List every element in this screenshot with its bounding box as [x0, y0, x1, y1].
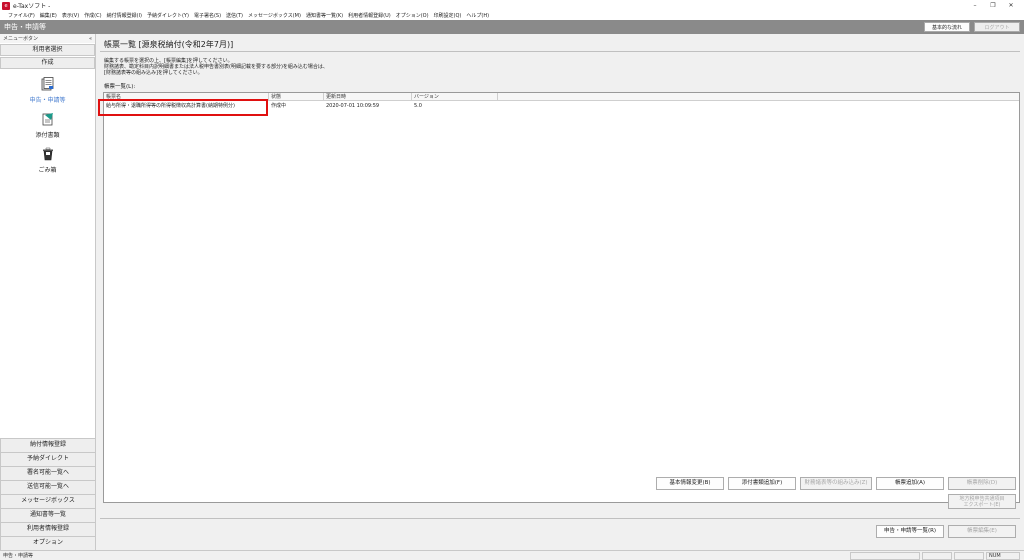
form-list[interactable]: 帳票名 状態 更新日時 バージョン 給与所得・退職所得等の所得税徴収高計算書(納… — [103, 92, 1020, 503]
menu-user-info[interactable]: 利用者情報登録(U) — [348, 12, 391, 19]
restore-icon[interactable]: ❐ — [984, 0, 1002, 11]
menu-send[interactable]: 送信(T) — [226, 12, 243, 19]
sidebar-item-notices[interactable]: 通知書等一覧 — [0, 508, 96, 522]
menu-payment-info[interactable]: 納付情報登録(I) — [107, 12, 142, 19]
sidebar-item-submissions[interactable]: 申告・申請等 — [0, 77, 95, 104]
sidebar-item-trash[interactable]: ごみ箱 — [0, 147, 95, 174]
basic-info-change-button[interactable]: 基本情報変更(B) — [656, 477, 724, 490]
status-cell — [954, 552, 984, 560]
sidebar-item-payment-info[interactable]: 納付情報登録 — [0, 438, 96, 452]
instruction-line: [財務諸表等の組み込み]を押してください。 — [104, 70, 203, 76]
submission-list-button[interactable]: 申告・申請等一覧(R) — [876, 525, 944, 538]
logout-button[interactable]: ログアウト — [974, 22, 1020, 32]
financial-import-button[interactable]: 財務諸表等の組み込み(Z) — [800, 477, 872, 490]
column-header-version[interactable]: バージョン — [412, 93, 498, 100]
cell-state: 作成中 — [271, 103, 287, 109]
documents-icon — [41, 77, 53, 91]
menu-edit[interactable]: 編集(E) — [40, 12, 57, 19]
sidebar-item-options[interactable]: オプション — [0, 536, 96, 550]
menu-message-box[interactable]: メッセージボックス(M) — [248, 12, 301, 19]
button-label-line: エクスポート(E) — [963, 502, 1001, 508]
sidebar: メニューボタン « 利用者選択 作成 申告・申請等 添付書類 ごみ箱 納付情報登… — [0, 34, 96, 550]
sidebar-item-label: 申告・申請等 — [29, 97, 66, 104]
status-cell — [922, 552, 952, 560]
form-add-button[interactable]: 帳票追加(A) — [876, 477, 944, 490]
page-title: 帳票一覧 [源泉税納付(令和2年7月)] — [104, 40, 234, 49]
menu-notices[interactable]: 通知書等一覧(K) — [306, 12, 343, 19]
create-section-button[interactable]: 作成 — [0, 57, 95, 69]
form-edit-button[interactable]: 帳票編集(E) — [948, 525, 1016, 538]
trash-icon — [42, 147, 53, 161]
cell-updated: 2020-07-01 10:09:59 — [326, 103, 380, 109]
window-controls: – ❐ ✕ — [966, 0, 1020, 11]
menu-signature[interactable]: 電子署名(S) — [194, 12, 221, 19]
attach-document-add-button[interactable]: 添付書類追加(F) — [728, 477, 796, 490]
num-lock-indicator: NUM — [986, 552, 1020, 560]
minimize-icon[interactable]: – — [966, 0, 984, 11]
sidebar-item-message-box[interactable]: メッセージボックス — [0, 494, 96, 508]
local-tax-export-button[interactable]: 地方税申告共通項目 エクスポート(E) — [948, 494, 1016, 509]
instructions: 編集する帳票を選択の上、[帳票編集]を押してください。 財務諸表、勘定科目内訳明… — [104, 58, 328, 76]
mode-header: 申告・申請等 基本的な流れ ログアウト — [0, 20, 1024, 34]
divider — [100, 518, 1020, 519]
sidebar-menu-label: メニューボタン — [3, 36, 39, 42]
menu-print-settings[interactable]: 印刷設定(Q) — [434, 12, 462, 19]
column-header-state[interactable]: 状態 — [269, 93, 324, 100]
form-delete-button[interactable]: 帳票削除(D) — [948, 477, 1016, 490]
collapse-sidebar-icon[interactable]: « — [89, 36, 92, 42]
sidebar-item-sendable-list[interactable]: 送信可能一覧へ — [0, 480, 96, 494]
status-cell — [850, 552, 920, 560]
menu-file[interactable]: ファイル(F) — [8, 12, 35, 19]
cell-version: 5.0 — [414, 103, 422, 109]
menu-direct[interactable]: 予納ダイレクト(Y) — [147, 12, 189, 19]
status-text: 申告・申請等 — [3, 553, 34, 559]
form-list-label: 帳票一覧(L): — [104, 84, 136, 90]
sidebar-item-attachments[interactable]: 添付書類 — [0, 112, 95, 139]
sidebar-header: メニューボタン « — [0, 34, 95, 43]
menu-help[interactable]: ヘルプ(H) — [466, 12, 489, 19]
user-select-button[interactable]: 利用者選択 — [0, 44, 95, 56]
column-header-updated[interactable]: 更新日時 — [324, 93, 412, 100]
basic-flow-button[interactable]: 基本的な流れ — [924, 22, 970, 32]
menu-options[interactable]: オプション(O) — [396, 12, 429, 19]
sidebar-item-label: ごみ箱 — [38, 167, 57, 174]
window-titlebar: e e-Taxソフト - – ❐ ✕ — [0, 0, 1024, 11]
menu-create[interactable]: 作成(C) — [84, 12, 101, 19]
sidebar-item-signable-list[interactable]: 署名可能一覧へ — [0, 466, 96, 480]
menu-view[interactable]: 表示(V) — [62, 12, 79, 19]
window-title: e-Taxソフト - — [13, 3, 51, 10]
sidebar-bottom-nav: 納付情報登録 予納ダイレクト 署名可能一覧へ 送信可能一覧へ メッセージボックス… — [0, 438, 96, 550]
sidebar-item-user-info[interactable]: 利用者情報登録 — [0, 522, 96, 536]
divider — [100, 51, 1020, 52]
sidebar-item-label: 添付書類 — [35, 132, 60, 139]
sidebar-item-direct[interactable]: 予納ダイレクト — [0, 452, 96, 466]
close-icon[interactable]: ✕ — [1002, 0, 1020, 11]
app-logo-icon: e — [2, 1, 10, 10]
attachment-icon — [42, 113, 53, 126]
selection-highlight — [98, 99, 268, 116]
mode-title: 申告・申請等 — [4, 23, 46, 31]
menu-bar: ファイル(F) 編集(E) 表示(V) 作成(C) 納付情報登録(I) 予納ダイ… — [0, 11, 1024, 20]
status-bar: 申告・申請等 NUM — [0, 550, 1024, 560]
